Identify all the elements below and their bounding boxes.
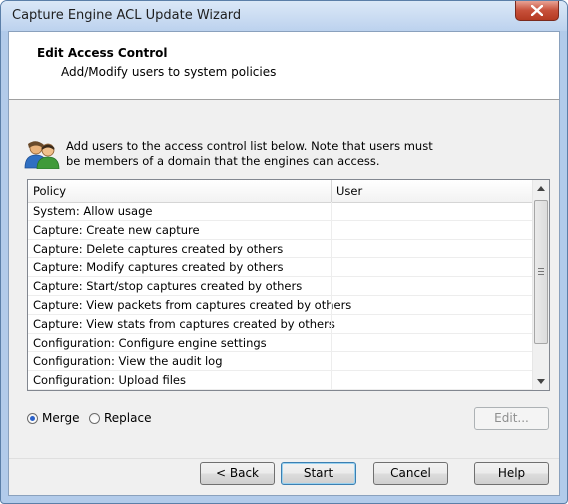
table-row[interactable]: System: Allow usage <box>28 202 532 221</box>
row-divider <box>331 277 332 295</box>
table-row[interactable]: Configuration: Upload files <box>28 371 532 390</box>
policy-cell: System: Allow usage <box>33 204 153 218</box>
row-divider <box>331 333 332 352</box>
policy-cell: Capture: View stats from captures create… <box>33 316 335 331</box>
table-row[interactable]: Capture: Modify captures created by othe… <box>28 258 532 278</box>
merge-label: Merge <box>42 411 80 425</box>
scroll-up-icon[interactable] <box>537 186 545 191</box>
column-header-policy[interactable]: Policy <box>33 184 66 198</box>
grip-line <box>538 271 544 272</box>
policy-cell: Configuration: Configure engine settings <box>33 335 267 350</box>
table-row[interactable]: Configuration: Configure engine settings <box>28 333 532 353</box>
close-button[interactable] <box>515 1 559 21</box>
page-title: Edit Access Control <box>37 46 168 60</box>
row-divider <box>331 295 332 314</box>
users-icon <box>24 141 60 169</box>
cancel-button[interactable]: Cancel <box>373 462 448 485</box>
table-row[interactable]: Capture: View stats from captures create… <box>28 314 532 334</box>
footer-divider <box>9 458 559 459</box>
back-button[interactable]: < Back <box>200 462 275 485</box>
title-bar[interactable]: Capture Engine ACL Update Wizard <box>1 1 567 31</box>
table-body: System: Allow usage Capture: Create new c… <box>28 202 532 390</box>
wizard-header: Edit Access Control Add/Modify users to … <box>9 32 559 100</box>
policy-cell: Capture: Create new capture <box>33 222 200 237</box>
policy-cell: Capture: Modify captures created by othe… <box>33 260 284 275</box>
wizard-window: Capture Engine ACL Update Wizard Edit Ac… <box>0 0 568 504</box>
row-divider <box>331 258 332 277</box>
row-divider <box>331 220 332 239</box>
row-divider <box>331 352 332 371</box>
policy-cell: Capture: Delete captures created by othe… <box>33 241 284 256</box>
close-icon <box>531 5 543 16</box>
policy-cell: Configuration: Upload files <box>33 373 186 388</box>
replace-label: Replace <box>104 411 152 425</box>
grip-line <box>538 268 544 269</box>
merge-option[interactable]: Merge <box>27 410 79 426</box>
row-divider <box>331 239 332 258</box>
help-button[interactable]: Help <box>474 462 549 485</box>
row-divider <box>331 314 332 333</box>
merge-radio[interactable] <box>27 412 38 424</box>
table-row[interactable]: Capture: Create new capture <box>28 220 532 240</box>
scroll-down-icon[interactable] <box>537 379 545 384</box>
scrollbar-thumb[interactable] <box>534 200 548 344</box>
column-divider[interactable] <box>331 180 332 202</box>
grip-line <box>538 274 544 275</box>
policy-table[interactable]: Policy User System: Allow usage Capture: … <box>27 179 550 391</box>
table-row[interactable]: Configuration: View the audit log <box>28 352 532 372</box>
start-button[interactable]: Start <box>281 462 356 485</box>
info-text: Add users to the access control list bel… <box>66 139 433 168</box>
wizard-body: Edit Access Control Add/Modify users to … <box>8 31 560 496</box>
replace-radio[interactable] <box>89 412 100 424</box>
table-row[interactable]: Capture: View packets from captures crea… <box>28 295 532 315</box>
column-header-user[interactable]: User <box>336 184 362 198</box>
table-header: Policy User <box>28 180 532 203</box>
edit-button[interactable]: Edit... <box>474 407 549 430</box>
window-title: Capture Engine ACL Update Wizard <box>12 8 242 23</box>
policy-cell: Capture: View packets from captures crea… <box>33 297 352 312</box>
policy-cell: Capture: Start/stop captures created by … <box>33 279 303 294</box>
page-subtitle: Add/Modify users to system policies <box>61 65 277 79</box>
row-divider <box>331 371 332 389</box>
policy-cell: Configuration: View the audit log <box>33 354 223 369</box>
replace-option[interactable]: Replace <box>89 410 151 426</box>
vertical-scrollbar[interactable] <box>532 180 549 390</box>
table-row[interactable]: Capture: Delete captures created by othe… <box>28 239 532 259</box>
row-divider <box>331 202 332 220</box>
table-row[interactable]: Capture: Start/stop captures created by … <box>28 277 532 296</box>
